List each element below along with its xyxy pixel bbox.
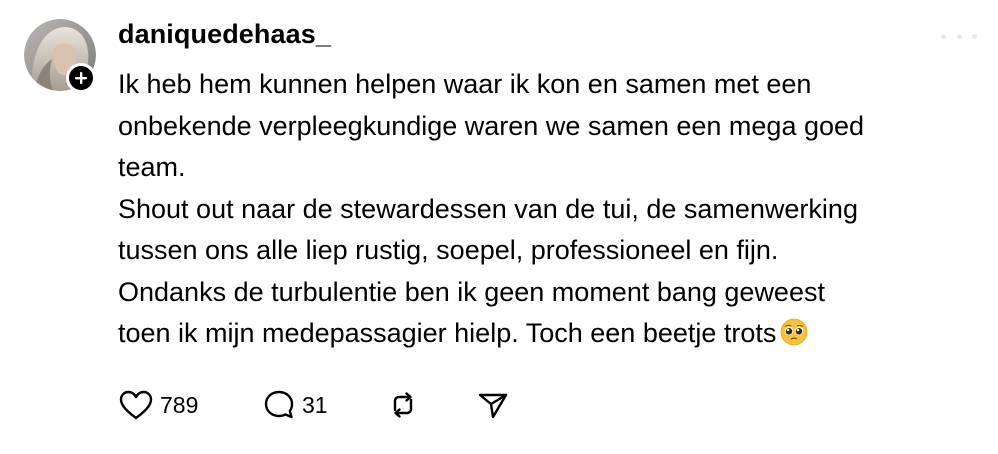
- more-dot: [956, 33, 962, 39]
- plus-icon: [75, 72, 87, 84]
- repost-button[interactable]: [386, 385, 420, 425]
- follow-button[interactable]: [66, 63, 96, 93]
- like-count: 789: [160, 392, 199, 418]
- post-body: Ik heb hem kunnen helpen waar ik kon en …: [118, 64, 988, 355]
- more-dot: [941, 33, 946, 39]
- post-text-line: onbekende verpleegkundige waren we samen…: [118, 110, 865, 141]
- post-text-line: Ondanks de turbulentie ben ik geen momen…: [118, 276, 825, 307]
- post-text-line: team.: [118, 152, 186, 182]
- post-text-line: Shout out naar de stewardessen van de tu…: [118, 193, 858, 224]
- send-icon: [478, 393, 508, 419]
- post-text-line-last: toen ik mijn medepassagier hielp. Toch e…: [118, 313, 988, 355]
- heart-icon: [119, 390, 153, 420]
- pleading-face-emoji: [780, 318, 808, 346]
- author-avatar-wrap[interactable]: [24, 19, 96, 93]
- more-dot: [972, 33, 977, 39]
- speech-bubble-icon: [264, 390, 294, 419]
- reply-count: 31: [302, 392, 328, 418]
- more-options-button[interactable]: [941, 24, 977, 48]
- reply-button[interactable]: 31: [262, 385, 328, 425]
- like-button[interactable]: 789: [118, 385, 198, 425]
- post-text-line: tussen ons alle liep rustig, soepel, pro…: [118, 235, 779, 265]
- share-button[interactable]: [476, 385, 510, 425]
- repost-icon: [393, 392, 413, 418]
- post-text-line: Ik heb hem kunnen helpen waar ik kon en …: [118, 69, 812, 99]
- post-text-line: toen ik mijn medepassagier hielp. Toch e…: [118, 318, 777, 348]
- username[interactable]: daniquedehaas_: [118, 17, 331, 51]
- thread-post: daniquedehaas_ Ik heb hem kunnen helpen …: [0, 0, 998, 454]
